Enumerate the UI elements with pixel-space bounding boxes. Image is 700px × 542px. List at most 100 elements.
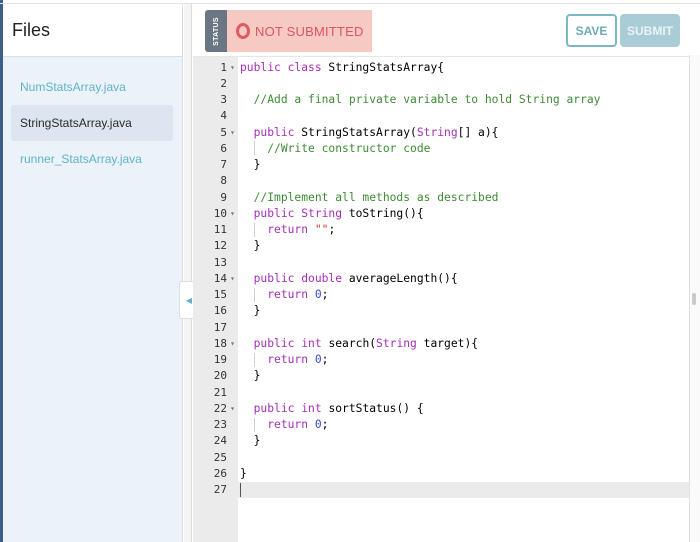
code-token: StringStatsArray{ [328, 60, 445, 74]
code-text: public double averageLength(){ [238, 272, 458, 285]
code-line[interactable]: 21 [193, 384, 690, 400]
fold-toggle-icon[interactable]: ▾ [227, 209, 238, 218]
scrollbar-thumb[interactable] [692, 293, 696, 305]
line-number: 15 [213, 288, 227, 302]
code-text: //Implement all methods as described [238, 190, 499, 204]
code-text: public int sortStatus() { [238, 402, 424, 415]
code-token: averageLength(){ [348, 271, 458, 285]
line-number: 18 [213, 336, 227, 350]
line-number: 20 [213, 369, 227, 383]
code-line[interactable]: 6 //Write constructor code [193, 140, 690, 156]
status-tag-label: STATUS [212, 16, 220, 46]
file-item-numstatsarray[interactable]: NumStatsArray.java [11, 69, 173, 105]
code-token: sortStatus() { [328, 401, 424, 415]
code-text: return 0; [238, 353, 328, 366]
code-assignment-app: Files NumStatsArray.java StringStatsArra… [0, 0, 700, 542]
code-line[interactable]: 8 [193, 173, 690, 189]
indent-guide [254, 417, 255, 432]
code-token: //Implement all methods as described [253, 190, 499, 204]
fold-toggle-icon[interactable]: ▾ [227, 274, 238, 283]
indent-guide [254, 287, 255, 302]
code-token: 0 [314, 353, 322, 367]
panel-splitter[interactable] [184, 4, 192, 542]
code-line[interactable]: 25 [193, 449, 690, 465]
code-token: public int [253, 336, 329, 350]
code-line[interactable]: 22 ▾ public int sortStatus() { [193, 400, 690, 416]
code-token: public double [253, 271, 349, 285]
code-text: public StringStatsArray(String[] a){ [238, 125, 499, 139]
code-text: } [238, 304, 261, 318]
code-text: //Add a final private variable to hold S… [238, 93, 601, 106]
fold-toggle-icon[interactable]: ▾ [227, 404, 238, 413]
editor-scrollbar[interactable] [689, 55, 700, 542]
code-line[interactable]: 14 ▾ public double averageLength(){ [193, 270, 690, 286]
code-line[interactable]: 7 } [193, 157, 690, 173]
code-line[interactable]: 10 ▾ public String toString(){ [193, 205, 690, 221]
line-number: 16 [213, 304, 227, 318]
code-token: } [240, 304, 261, 318]
code-line[interactable]: 27 [193, 481, 690, 498]
circle-outline-icon [236, 23, 250, 39]
line-number: 12 [213, 239, 227, 253]
code-token: } [240, 369, 261, 383]
code-line[interactable]: 12 } [193, 238, 690, 254]
code-token: //Write constructor code [267, 141, 431, 155]
fold-toggle-icon[interactable]: ▾ [227, 63, 238, 72]
code-line[interactable]: 17 [193, 319, 690, 335]
line-number: 27 [213, 483, 227, 497]
code-line[interactable]: 24 } [193, 433, 690, 449]
code-token: return [267, 223, 315, 237]
code-line[interactable]: 13 [193, 254, 690, 270]
line-number: 14 [213, 271, 227, 285]
line-number: 22 [213, 401, 227, 415]
save-button[interactable]: SAVE [566, 14, 617, 47]
code-token: return [267, 353, 315, 367]
code-token: [] a){ [457, 125, 499, 139]
code-line[interactable]: 15 return 0; [193, 287, 690, 303]
code-token: public [253, 125, 302, 139]
line-number: 1 [220, 60, 227, 74]
code-line[interactable]: 11 return ""; [193, 222, 690, 238]
code-line[interactable]: 16 } [193, 303, 690, 319]
code-token: StringStatsArray( [301, 125, 417, 139]
status-body: NOT SUBMITTED [227, 10, 372, 52]
file-item-runner-statsarray[interactable]: runner_StatsArray.java [11, 141, 173, 177]
code-line[interactable]: 19 return 0; [193, 352, 690, 368]
chevron-left-icon: ◀ [185, 295, 193, 305]
code-token: toString(){ [348, 206, 424, 220]
code-line[interactable]: 26} [193, 465, 690, 481]
code-text: public int search(String target){ [238, 337, 478, 350]
submit-button[interactable]: SUBMIT [620, 14, 680, 47]
code-line[interactable]: 3 //Add a final private variable to hold… [193, 92, 690, 108]
code-token: ; [321, 353, 329, 367]
code-line[interactable]: 9 //Implement all methods as described [193, 189, 690, 205]
status-tag: STATUS [205, 10, 227, 52]
line-number: 7 [220, 158, 227, 172]
fold-toggle-icon[interactable]: ▾ [227, 128, 238, 137]
fold-toggle-icon[interactable]: ▾ [227, 339, 238, 348]
code-line[interactable]: 23 return 0; [193, 417, 690, 433]
line-number: 8 [220, 174, 227, 188]
code-line[interactable]: 4 [193, 108, 690, 124]
indent-guide [254, 352, 255, 367]
code-line[interactable]: 5 ▾ public StringStatsArray(String[] a){ [193, 124, 690, 140]
line-number: 25 [213, 450, 227, 464]
file-item-stringstatsarray[interactable]: StringStatsArray.java [11, 105, 173, 141]
line-number: 17 [213, 320, 227, 334]
code-token: } [240, 239, 261, 253]
code-editor[interactable]: 1 ▾ public class StringStatsArray{2 3 //Add… [193, 57, 690, 542]
code-line[interactable]: 2 [193, 75, 690, 91]
code-token: ; [321, 288, 329, 302]
line-number: 3 [220, 93, 227, 107]
code-text: } [238, 434, 261, 447]
code-line[interactable]: 18 ▾ public int search(String target){ [193, 335, 690, 351]
line-number: 10 [213, 206, 227, 220]
line-number: 19 [213, 353, 227, 367]
code-line[interactable]: 20 } [193, 368, 690, 384]
code-line[interactable]: 1 ▾ public class StringStatsArray{ [193, 59, 690, 75]
code-token: 0 [314, 288, 322, 302]
files-sidebar: Files NumStatsArray.java StringStatsArra… [3, 4, 183, 542]
